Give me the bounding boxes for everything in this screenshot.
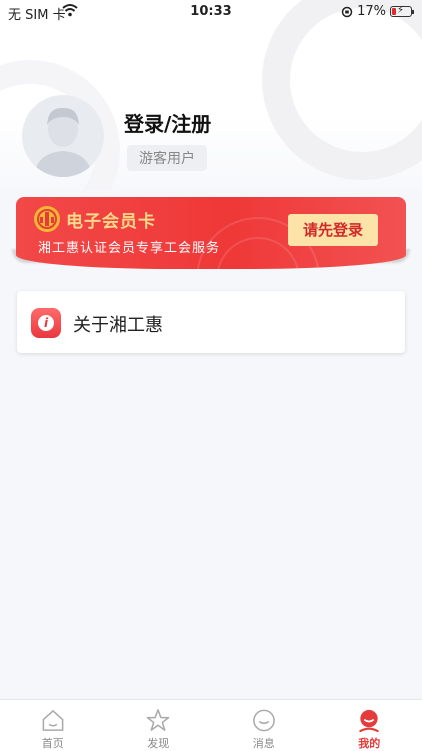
tab-home[interactable]: 首页	[0, 700, 106, 751]
home-icon	[40, 708, 66, 733]
about-label: 关于湘工惠	[73, 311, 163, 337]
star-icon	[145, 708, 171, 733]
tab-mine[interactable]: 我的	[317, 700, 422, 751]
default-avatar-icon	[22, 95, 104, 177]
avatar[interactable]	[22, 95, 104, 177]
card-subtitle: 湘工惠认证会员专享工会服务	[38, 237, 220, 256]
tab-discover[interactable]: 发现	[106, 700, 212, 751]
login-register-link[interactable]: 登录/注册	[124, 108, 211, 137]
tab-bar: 首页 发现 消息 我的	[0, 699, 422, 751]
decorative-circle	[262, 0, 422, 180]
battery-percent: 17%	[357, 4, 386, 19]
orientation-lock-icon	[341, 6, 353, 18]
info-icon: i	[31, 308, 61, 338]
battery-icon: ⚡	[390, 6, 412, 17]
tab-messages[interactable]: 消息	[211, 700, 317, 751]
status-bar: 无 SIM 卡 10:33 17% ⚡	[0, 0, 422, 24]
about-menu-item[interactable]: i 关于湘工惠	[17, 291, 405, 353]
union-logo-icon	[34, 206, 60, 232]
member-card: 电子会员卡 湘工惠认证会员专享工会服务 请先登录	[12, 197, 410, 272]
guest-badge: 游客用户	[127, 145, 207, 171]
profile-icon	[356, 708, 382, 733]
message-icon	[251, 708, 277, 733]
card-title: 电子会员卡	[66, 207, 156, 232]
login-first-button[interactable]: 请先登录	[288, 214, 378, 246]
